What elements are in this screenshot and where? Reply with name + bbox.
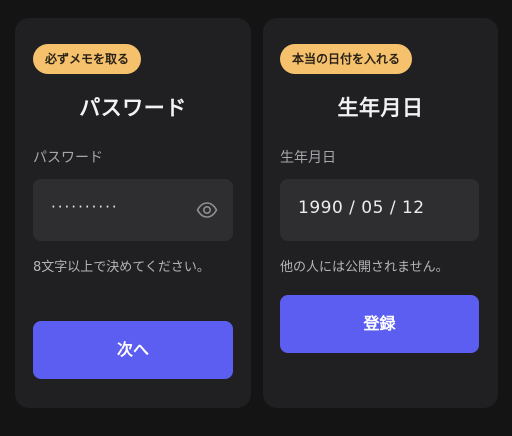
- password-field-label: パスワード: [33, 150, 103, 166]
- register-button[interactable]: 登録: [280, 295, 479, 353]
- real-date-badge: 本当の日付を入れる: [280, 44, 413, 74]
- password-hint: 8文字以上で決めてください。: [33, 260, 210, 275]
- next-button[interactable]: 次へ: [33, 321, 233, 379]
- birthdate-value: 1990 / 05 / 12: [298, 198, 425, 218]
- birthdate-card-title: 生年月日: [337, 96, 424, 120]
- note-badge: 必ずメモを取る: [33, 44, 142, 74]
- password-card: 必ずメモを取る パスワード パスワード ·········· 8文字以上で決めて…: [15, 18, 251, 408]
- birthdate-input[interactable]: 1990 / 05 / 12: [280, 179, 479, 241]
- password-card-title: パスワード: [79, 96, 187, 120]
- form-screen: 必ずメモを取る パスワード パスワード ·········· 8文字以上で決めて…: [0, 0, 512, 436]
- password-masked-value: ··········: [51, 198, 119, 216]
- birthdate-field-label: 生年月日: [280, 150, 336, 166]
- eye-icon[interactable]: [195, 198, 219, 222]
- birthdate-hint: 他の人には公開されません。: [280, 260, 449, 275]
- password-input[interactable]: ··········: [33, 179, 233, 241]
- birthdate-card: 本当の日付を入れる 生年月日 生年月日 1990 / 05 / 12 他の人には…: [263, 18, 498, 408]
